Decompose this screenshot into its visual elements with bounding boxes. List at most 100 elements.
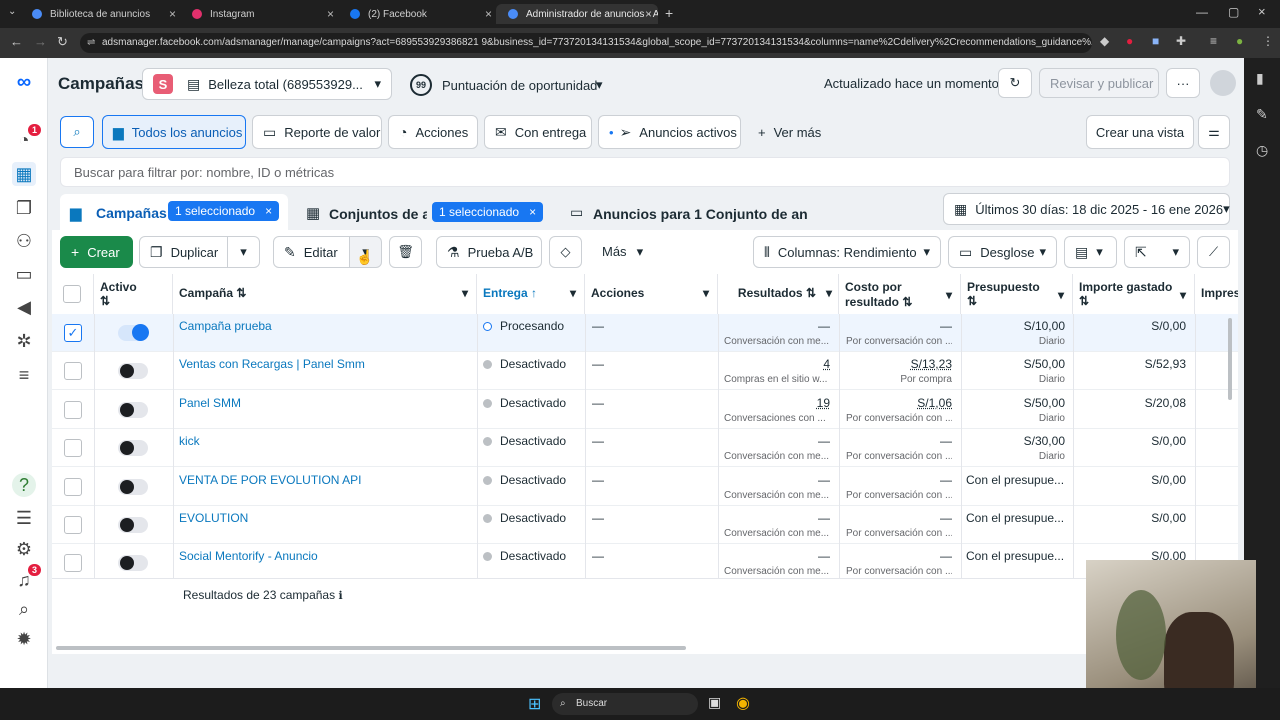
back-icon[interactable]: ←: [10, 34, 23, 49]
close-window-icon[interactable]: ×: [1258, 4, 1266, 19]
with-delivery-filter[interactable]: ✉ Con entrega: [484, 115, 592, 149]
breakdown-button[interactable]: ▭ Desglose ▾: [948, 236, 1057, 268]
maximize-icon[interactable]: ▢: [1228, 5, 1239, 19]
tab-2[interactable]: (2) Facebook ×: [338, 4, 498, 24]
campaign-name-link[interactable]: EVOLUTION: [179, 511, 469, 525]
close-icon[interactable]: ×: [485, 7, 492, 21]
horizontal-scrollbar[interactable]: [56, 646, 686, 650]
col-actions-header[interactable]: Acciones ▾: [585, 274, 718, 314]
col-budget-header[interactable]: Presupuesto ⇅ ▾: [961, 274, 1073, 314]
active-toggle[interactable]: [118, 555, 148, 571]
vertical-scrollbar[interactable]: [1228, 318, 1232, 400]
columns-button[interactable]: ⫴ Columnas: Rendimiento ▾: [753, 236, 941, 268]
minimize-icon[interactable]: —: [1196, 5, 1208, 19]
active-toggle[interactable]: [118, 440, 148, 456]
reports-icon[interactable]: ☰: [12, 506, 36, 530]
edit-button[interactable]: ✎ Editar: [273, 236, 350, 268]
extension-icon[interactable]: ◆: [1100, 34, 1109, 48]
billing-icon[interactable]: ▭: [12, 262, 36, 286]
col-impressions-header[interactable]: Impres: [1195, 274, 1238, 314]
refresh-button[interactable]: ↻: [998, 68, 1032, 98]
see-more-button[interactable]: + Ver más: [758, 125, 821, 140]
filter-settings-button[interactable]: ⚌: [1198, 115, 1230, 149]
table-row[interactable]: Ventas con Recargas | Panel Smm Desactiva…: [52, 352, 1238, 390]
campaign-name-link[interactable]: Social Mentorify - Anuncio: [179, 549, 469, 563]
row-checkbox[interactable]: [64, 439, 82, 457]
table-row[interactable]: ✓ Campaña prueba Procesando — — Conversación …: [52, 314, 1238, 352]
delete-button[interactable]: 🗑: [389, 236, 422, 268]
close-icon[interactable]: ×: [529, 205, 536, 219]
table-row[interactable]: VENTA DE POR EVOLUTION API Desactivado — — C…: [52, 468, 1238, 506]
review-publish-button[interactable]: Revisar y publicar: [1039, 68, 1159, 98]
value-report-filter[interactable]: ▭ Reporte de valor: [252, 115, 382, 149]
caret-down-icon[interactable]: ▾: [1180, 288, 1186, 302]
charts-button[interactable]: ⟋: [1197, 236, 1230, 268]
puzzle-icon[interactable]: ✚: [1176, 34, 1186, 48]
row-checkbox[interactable]: ✓: [64, 324, 82, 342]
site-info-icon[interactable]: ⇌: [87, 33, 95, 53]
create-button[interactable]: + Crear: [60, 236, 133, 268]
network-icon[interactable]: ✲: [12, 329, 36, 353]
bug-icon[interactable]: ✹: [12, 627, 36, 651]
selected-chip[interactable]: 1 seleccionado ×: [168, 201, 280, 221]
media-icon[interactable]: ≡: [1210, 34, 1217, 48]
duplicate-dropdown-button[interactable]: ▾: [227, 236, 260, 268]
col-results-header[interactable]: Resultados ⇅ ▾: [718, 274, 839, 314]
meta-logo-icon[interactable]: ∞: [12, 70, 36, 94]
row-checkbox[interactable]: [64, 554, 82, 572]
active-toggle[interactable]: [118, 517, 148, 533]
col-delivery-header[interactable]: Entrega ↑ ▾: [477, 274, 585, 314]
new-tab-icon[interactable]: +: [665, 5, 673, 21]
actions-filter[interactable]: ◔ Acciones: [388, 115, 478, 149]
pages-icon[interactable]: ❐: [12, 196, 36, 220]
url-field[interactable]: ⇌ adsmanager.facebook.com/adsmanager/mana…: [80, 33, 1092, 53]
caret-down-icon[interactable]: ▾: [570, 286, 576, 300]
all-ads-filter[interactable]: ▆ Todos los anuncios: [102, 115, 246, 149]
campaigns-table-icon[interactable]: ▦: [12, 162, 36, 186]
active-toggle[interactable]: [118, 402, 148, 418]
tab-list-icon[interactable]: ⌄: [8, 6, 16, 17]
hamburger-icon[interactable]: ≡: [12, 363, 36, 387]
create-view-button[interactable]: Crear una vista: [1086, 115, 1194, 149]
active-ads-filter[interactable]: • ➢ Anuncios activos: [598, 115, 741, 149]
active-toggle[interactable]: [118, 363, 148, 379]
close-icon[interactable]: ×: [645, 7, 652, 21]
active-toggle[interactable]: [118, 479, 148, 495]
campaign-name-link[interactable]: Ventas con Recargas | Panel Smm: [179, 357, 469, 371]
table-row[interactable]: EVOLUTION Desactivado — — Conversación con m…: [52, 506, 1238, 544]
campaign-name-link[interactable]: Campaña prueba: [179, 319, 469, 333]
ab-test-button[interactable]: ⚗ Prueba A/B: [436, 236, 542, 268]
opportunity-score-label[interactable]: Puntuación de oportunidad: [442, 78, 597, 93]
row-checkbox[interactable]: [64, 362, 82, 380]
profile-icon[interactable]: ●: [1236, 34, 1243, 48]
col-campaign-header[interactable]: Campaña ⇅ ▾: [173, 274, 477, 314]
help-icon[interactable]: ?: [12, 473, 36, 497]
caret-down-icon[interactable]: ▾: [826, 286, 832, 300]
tag-button[interactable]: ◇: [549, 236, 582, 268]
tab-1[interactable]: Instagram ×: [180, 4, 340, 24]
settings-gear-icon[interactable]: ⚙: [12, 537, 36, 561]
megaphone-icon[interactable]: ◀: [12, 295, 36, 319]
notifications-icon[interactable]: ◔ 1: [12, 124, 41, 152]
caret-down-icon[interactable]: ▾: [462, 286, 468, 300]
extension-icon[interactable]: ■: [1152, 34, 1159, 48]
tab-3-active[interactable]: Administrador de anuncios - Ad ×: [496, 4, 658, 24]
forward-icon[interactable]: →: [34, 34, 47, 49]
campaign-name-link[interactable]: kick: [179, 434, 469, 448]
windows-start-icon[interactable]: ⊞: [528, 694, 541, 714]
close-icon[interactable]: ×: [169, 7, 176, 21]
col-cost-header[interactable]: Costo por resultado ⇅ ▾: [839, 274, 961, 314]
tab-0[interactable]: Biblioteca de anuncios ×: [20, 4, 182, 24]
row-checkbox[interactable]: [64, 401, 82, 419]
col-active-header[interactable]: Activo ⇅: [94, 274, 173, 314]
chart-icon[interactable]: ▮: [1256, 70, 1264, 87]
campaign-name-link[interactable]: VENTA DE POR EVOLUTION API: [179, 473, 469, 487]
caret-down-icon[interactable]: ▾: [946, 288, 952, 302]
menu-icon[interactable]: ⋮: [1262, 34, 1274, 48]
close-icon[interactable]: ×: [265, 204, 272, 218]
campaign-name-link[interactable]: Panel SMM: [179, 396, 469, 410]
export-button[interactable]: ⇱ ▾: [1124, 236, 1190, 268]
more-button[interactable]: Más ▾: [602, 244, 643, 260]
row-checkbox[interactable]: [64, 516, 82, 534]
col-spent-header[interactable]: Importe gastado ⇅ ▾: [1073, 274, 1195, 314]
